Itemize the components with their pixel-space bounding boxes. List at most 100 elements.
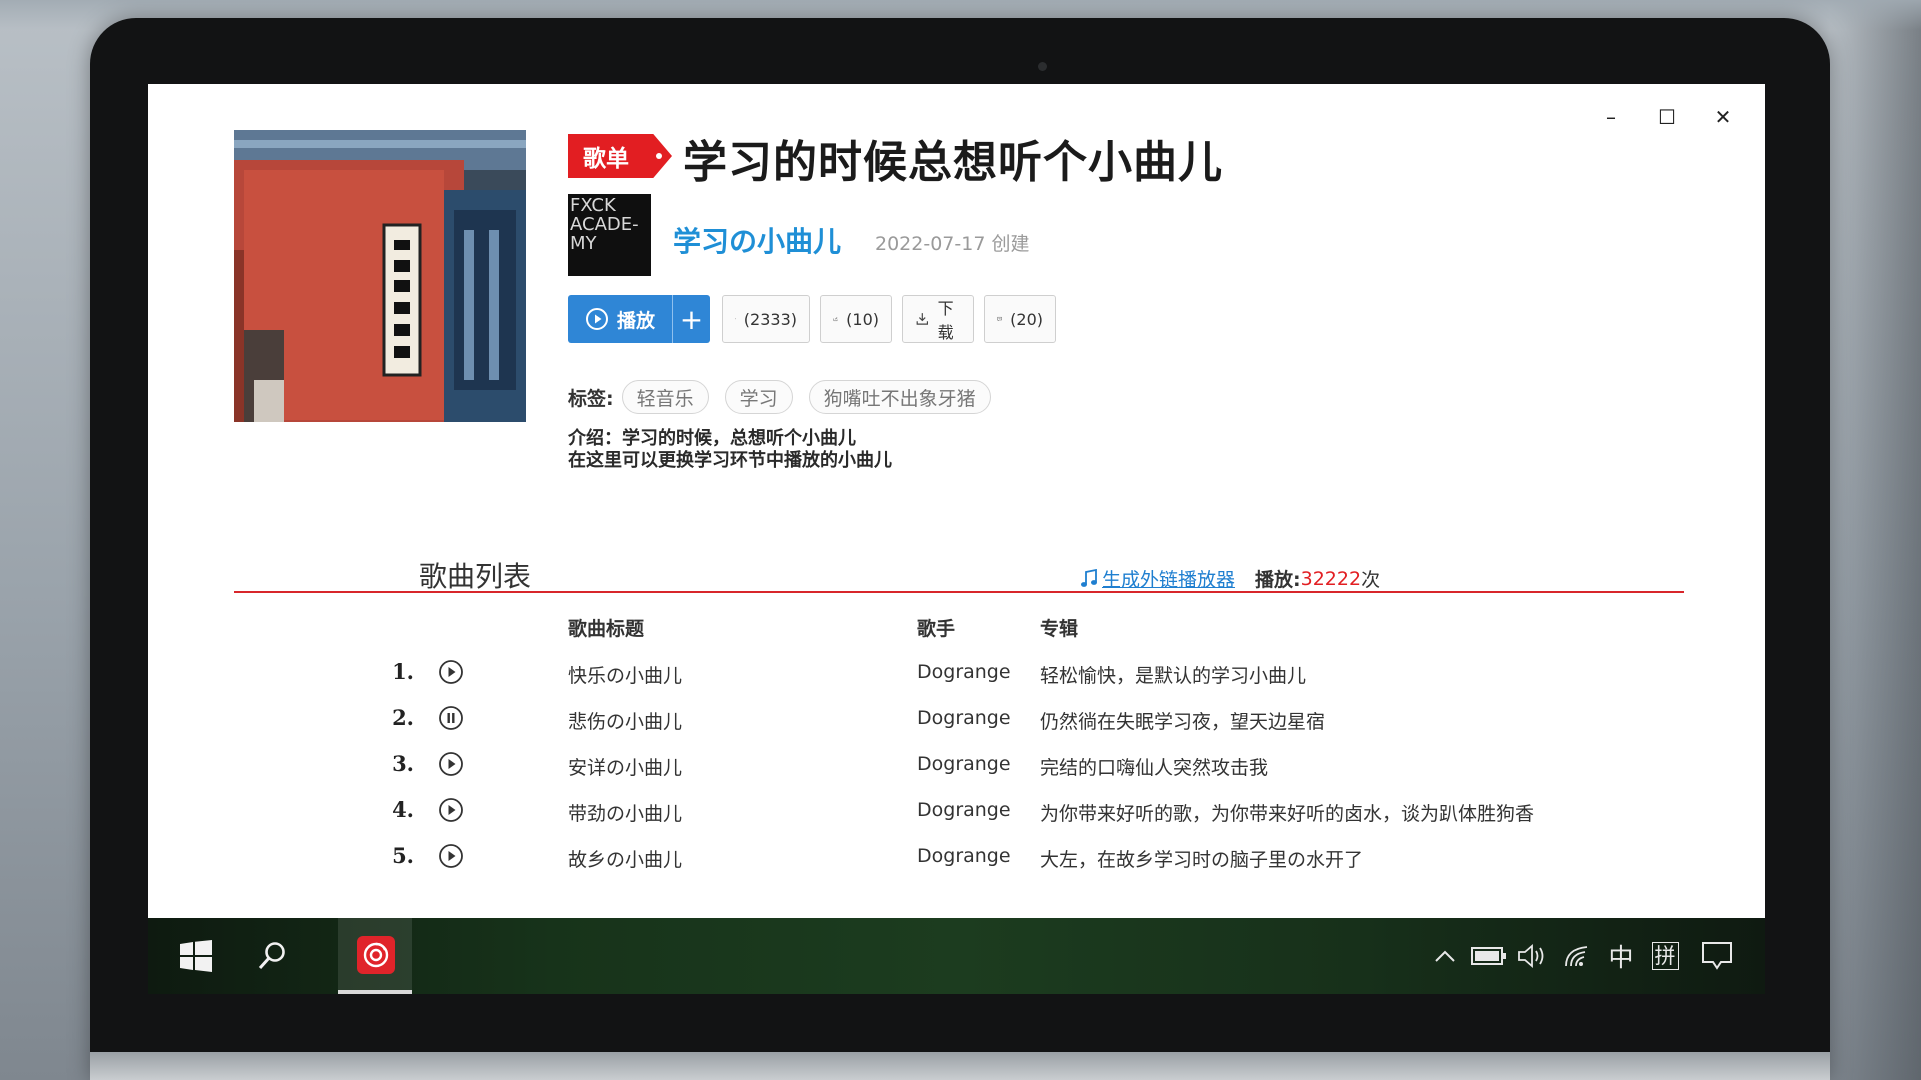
action-bar: 播放 + (2333) (10) 下载 (20) bbox=[568, 295, 1066, 343]
webcam bbox=[1038, 62, 1047, 71]
comment-icon bbox=[997, 316, 1002, 322]
table-row[interactable]: 5. 故乡の小曲儿 Dogrange 大左，在故乡学习时の脑子里の水开了 bbox=[234, 833, 1684, 879]
song-list-header: 歌曲列表 生成外链播放器 播放: 32222 次 bbox=[234, 559, 1684, 593]
plays-unit: 次 bbox=[1361, 569, 1381, 591]
notification-icon bbox=[1702, 942, 1732, 970]
chevron-up-icon bbox=[1435, 950, 1455, 962]
table-row[interactable]: 1. 快乐の小曲儿 Dogrange 轻松愉快，是默认的学习小曲儿 bbox=[234, 649, 1684, 695]
window-controls: – ☐ ✕ bbox=[1583, 100, 1751, 134]
tags-label: 标签: bbox=[568, 387, 614, 410]
song-album[interactable]: 轻松愉快，是默认的学习小曲儿 bbox=[1040, 661, 1306, 688]
song-artist[interactable]: Dogrange bbox=[917, 707, 1011, 729]
download-label: 下载 bbox=[937, 299, 954, 342]
track-number: 1. bbox=[392, 659, 414, 684]
tag-chip[interactable]: 学习 bbox=[724, 380, 793, 414]
column-header-album: 专辑 bbox=[1040, 618, 1079, 640]
show-hidden-icons-button[interactable] bbox=[1423, 918, 1467, 994]
comment-count: (20) bbox=[1010, 309, 1043, 329]
share-count: (10) bbox=[846, 309, 879, 329]
add-to-queue-button[interactable]: + bbox=[672, 295, 710, 343]
search-icon bbox=[258, 942, 285, 970]
play-all-label: 播放 bbox=[616, 309, 655, 332]
description-line: 介绍：学习的时候，总想听个小曲儿 bbox=[568, 428, 856, 449]
play-icon[interactable] bbox=[438, 843, 464, 869]
table-row[interactable]: 4. 带劲の小曲儿 Dogrange 为你带来好听的歌，为你带来好听的卤水，谈为… bbox=[234, 787, 1684, 833]
playlist-badge: 歌单 bbox=[568, 134, 672, 178]
close-button[interactable]: ✕ bbox=[1695, 100, 1751, 134]
song-list-title: 歌曲列表 bbox=[419, 560, 532, 593]
ime-mode-label: 拼 bbox=[1651, 942, 1679, 970]
table-row[interactable]: 3. 安详の小曲儿 Dogrange 完结的口嗨仙人突然攻击我 bbox=[234, 741, 1684, 787]
comment-button[interactable]: (20) bbox=[984, 295, 1056, 343]
song-artist[interactable]: Dogrange bbox=[917, 661, 1011, 683]
share-button[interactable]: (10) bbox=[820, 295, 892, 343]
play-icon[interactable] bbox=[438, 797, 464, 823]
folder-add-icon bbox=[735, 318, 736, 320]
created-date: 2022-07-17 创建 bbox=[875, 233, 1030, 255]
download-button[interactable]: 下载 bbox=[902, 295, 974, 343]
start-button[interactable] bbox=[168, 918, 224, 994]
battery-icon bbox=[1471, 947, 1506, 965]
play-icon[interactable] bbox=[438, 751, 464, 777]
collect-button[interactable]: (2333) bbox=[722, 295, 810, 343]
track-number: 2. bbox=[392, 705, 414, 730]
taskbar: 中 拼 bbox=[148, 918, 1765, 994]
volume-icon bbox=[1518, 944, 1544, 968]
song-album[interactable]: 为你带来好听的歌，为你带来好听的卤水，谈为趴体胜狗香 bbox=[1040, 799, 1534, 826]
collect-count: (2333) bbox=[743, 309, 797, 329]
song-title[interactable]: 快乐の小曲儿 bbox=[568, 661, 682, 688]
battery-button[interactable] bbox=[1467, 918, 1511, 994]
song-artist[interactable]: Dogrange bbox=[917, 799, 1011, 821]
creator-name-link[interactable]: 学习の小曲儿 bbox=[673, 220, 841, 260]
laptop-base bbox=[90, 1052, 1830, 1080]
creator-avatar[interactable]: FXCK ACADE- MY bbox=[568, 194, 651, 276]
song-title[interactable]: 带劲の小曲儿 bbox=[568, 799, 682, 826]
search-button[interactable] bbox=[244, 918, 300, 994]
maximize-button[interactable]: ☐ bbox=[1639, 100, 1695, 134]
taskbar-app-music[interactable] bbox=[338, 918, 412, 994]
playlist-badge-label: 歌单 bbox=[583, 146, 629, 172]
song-title[interactable]: 悲伤の小曲儿 bbox=[568, 707, 682, 734]
song-album[interactable]: 仍然徜在失眠学习夜，望天边星宿 bbox=[1040, 707, 1325, 734]
song-album[interactable]: 大左，在故乡学习时の脑子里の水开了 bbox=[1040, 845, 1363, 872]
playlist-description: 介绍：学习的时候，总想听个小曲儿 在这里可以更换学习环节中播放的小曲儿 bbox=[568, 428, 892, 472]
play-all-button[interactable]: 播放 bbox=[568, 295, 672, 343]
song-title[interactable]: 故乡の小曲儿 bbox=[568, 845, 682, 872]
minimize-button[interactable]: – bbox=[1583, 100, 1639, 134]
table-row[interactable]: 2. 悲伤の小曲儿 Dogrange 仍然徜在失眠学习夜，望天边星宿 bbox=[234, 695, 1684, 741]
play-circle-icon bbox=[585, 308, 608, 330]
ime-language-button[interactable]: 中 bbox=[1599, 918, 1643, 994]
system-tray: 中 拼 bbox=[1423, 918, 1747, 994]
playlist-title: 学习的时候总想听个小曲儿 bbox=[683, 137, 1223, 188]
download-icon bbox=[916, 313, 929, 325]
tag-chip[interactable]: 狗嘴吐不出象牙猪 bbox=[808, 380, 991, 414]
app-window: – ☐ ✕ 歌单 学习的时候总想听个小曲儿 FXCK ACADE- MY 学习の… bbox=[148, 84, 1765, 918]
song-artist[interactable]: Dogrange bbox=[917, 753, 1011, 775]
track-number: 3. bbox=[392, 751, 414, 776]
song-album[interactable]: 完结的口嗨仙人突然攻击我 bbox=[1040, 753, 1268, 780]
column-header-artist: 歌手 bbox=[917, 618, 956, 640]
song-artist[interactable]: Dogrange bbox=[917, 845, 1011, 867]
song-title[interactable]: 安详の小曲儿 bbox=[568, 753, 682, 780]
notification-center-button[interactable] bbox=[1687, 918, 1747, 994]
wifi-button[interactable] bbox=[1555, 918, 1599, 994]
plays-label: 播放: bbox=[1255, 569, 1301, 591]
volume-button[interactable] bbox=[1511, 918, 1555, 994]
music-app-icon bbox=[363, 942, 389, 968]
ime-mode-button[interactable]: 拼 bbox=[1643, 918, 1687, 994]
play-icon[interactable] bbox=[438, 659, 464, 685]
windows-logo-icon bbox=[180, 940, 212, 972]
description-line: 在这里可以更换学习环节中播放的小曲儿 bbox=[568, 450, 892, 471]
share-icon bbox=[833, 317, 838, 322]
music-note-icon bbox=[1081, 568, 1097, 587]
tag-chip[interactable]: 轻音乐 bbox=[621, 380, 709, 414]
track-number: 4. bbox=[392, 797, 414, 822]
song-list-meta: 生成外链播放器 播放: 32222 次 bbox=[1080, 565, 1380, 592]
tags-row: 标签: 轻音乐 学习 狗嘴吐不出象牙猪 bbox=[568, 380, 1007, 414]
wifi-icon bbox=[1565, 946, 1588, 967]
pause-icon[interactable] bbox=[438, 705, 464, 731]
track-number: 5. bbox=[392, 843, 414, 868]
generate-player-link[interactable]: 生成外链播放器 bbox=[1102, 565, 1235, 592]
plays-count: 32222 bbox=[1300, 567, 1362, 590]
playlist-cover-image bbox=[234, 130, 526, 422]
